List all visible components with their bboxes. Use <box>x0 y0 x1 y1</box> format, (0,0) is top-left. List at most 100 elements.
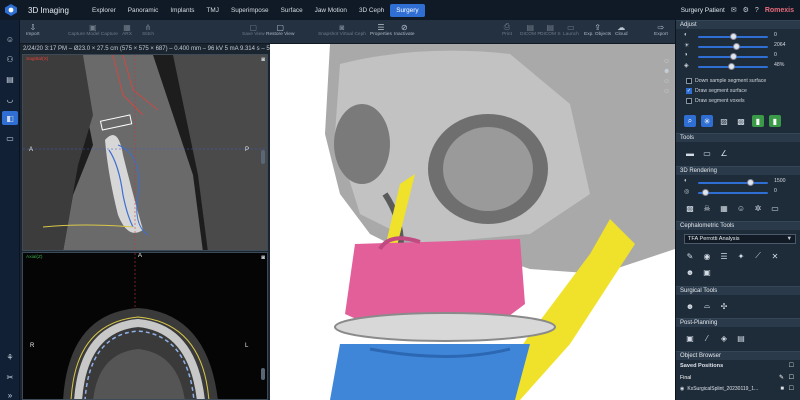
visibility-checkbox[interactable]: ☐ <box>789 373 794 383</box>
sharpness-slider[interactable]: ◈ 48% <box>684 62 794 70</box>
surgical-header[interactable]: Surgical Tools <box>676 286 800 295</box>
ceph-report-icon[interactable]: ▣ <box>701 266 713 278</box>
settings-icon[interactable]: ⚙ <box>743 6 749 14</box>
color-swatch-icon[interactable]: ■ <box>780 384 784 394</box>
slider-knob[interactable] <box>747 179 754 186</box>
info-icon[interactable]: ? <box>755 7 759 14</box>
pin-icon[interactable]: ✂ <box>2 370 18 384</box>
properties-button[interactable]: ☰ Properties <box>370 22 392 38</box>
tab-surface[interactable]: Surface <box>275 4 309 17</box>
zoom-icon[interactable]: ⌕ <box>684 115 696 127</box>
slider-knob[interactable] <box>733 43 740 50</box>
checkbox-checked[interactable]: ✓ <box>686 88 692 94</box>
camera-icon[interactable]: ◙ <box>261 255 265 261</box>
gamma-slider[interactable]: ◑ 0 <box>684 52 794 60</box>
rendering-threshold-slider[interactable]: ◐ 1500 <box>684 178 794 186</box>
layers-icon[interactable]: ▩ <box>735 115 747 127</box>
orient-side-icon[interactable]: ☻ <box>663 68 673 75</box>
eye-icon[interactable]: ◉ <box>680 386 684 392</box>
measure-icon[interactable]: ▬ <box>684 147 696 159</box>
face-icon[interactable]: ☺ <box>735 202 747 214</box>
users-icon[interactable]: ⚇ <box>2 52 18 66</box>
line-icon[interactable]: ⟋ <box>752 250 764 262</box>
sagittal-scrollbar[interactable] <box>261 150 265 164</box>
checkbox[interactable] <box>686 98 692 104</box>
orient-face-icon[interactable]: ☺ <box>663 58 673 65</box>
object-item-row[interactable]: ◉ KxSurgicalSplint_20230119_1... ■ ☐ <box>680 384 798 394</box>
expand-icon[interactable]: » <box>2 388 18 400</box>
print-button[interactable]: ⎙ Print <box>502 22 512 37</box>
export-button[interactable]: ⇨ Export <box>654 22 668 38</box>
arx-button[interactable]: ▦ ARX <box>122 22 132 38</box>
slider-knob[interactable] <box>729 53 737 60</box>
image-icon[interactable]: ▨ <box>718 115 730 127</box>
cube-icon[interactable]: ◈ <box>718 332 730 344</box>
skull-icon[interactable]: ☠ <box>701 202 713 214</box>
dicom-p-button[interactable]: ▤ DICOM P <box>520 22 541 38</box>
tab-3d-ceph[interactable]: 3D Ceph <box>353 4 390 17</box>
slider-knob[interactable] <box>701 189 709 196</box>
landmark-icon[interactable]: ✦ <box>735 250 747 262</box>
analysis-select[interactable]: TFA Perrotti Analysis ▼ <box>684 234 796 244</box>
3d-render-viewport[interactable]: ☺ ☻ ☺ ☺ <box>270 44 675 400</box>
tooth-icon[interactable]: ◡ <box>2 92 18 106</box>
app-logo[interactable] <box>0 0 22 20</box>
patient-name[interactable]: Surgery Patient <box>681 7 725 14</box>
target-icon[interactable]: ◉ <box>701 250 713 262</box>
slider-knob[interactable] <box>728 63 736 70</box>
snapshot-button[interactable]: ◙ Snapshot Virtual Ceph <box>318 22 366 38</box>
wrench-icon[interactable]: ✎ <box>779 373 784 383</box>
preset-icon[interactable]: ▩ <box>684 202 696 214</box>
tab-implants[interactable]: Implants <box>164 4 200 17</box>
exp-objects-button[interactable]: ⇪ Exp. Objects <box>584 22 611 38</box>
stitch-button[interactable]: ⋔ Stitch <box>142 22 154 38</box>
print-model-icon[interactable]: ▤ <box>735 332 747 344</box>
ceph-header[interactable]: Cephalometric Tools <box>676 221 800 230</box>
patients-icon[interactable]: ☺ <box>2 32 18 46</box>
wand-icon[interactable]: ⁄ <box>701 332 713 344</box>
delete-line-icon[interactable]: ✕ <box>769 250 781 262</box>
camera-icon[interactable]: ◙ <box>261 57 265 63</box>
cloud-button[interactable]: ☁ Cloud <box>615 22 628 38</box>
tools-header[interactable]: Tools <box>676 133 800 142</box>
card-icon[interactable]: ▤ <box>2 72 18 86</box>
tab-explorer[interactable]: Explorer <box>86 4 122 17</box>
axial-viewport[interactable]: Axial(Z) A R L ◙ <box>22 252 268 400</box>
axial-scrollbar[interactable] <box>261 368 265 380</box>
orient-back-icon[interactable]: ☺ <box>663 78 673 85</box>
dicom-s-button[interactable]: ▤ DICOM S <box>540 22 561 38</box>
scan-icon[interactable]: ▭ <box>2 131 18 145</box>
list-icon[interactable]: ☰ <box>718 250 730 262</box>
gear-icon[interactable]: ✲ <box>752 202 764 214</box>
head-profile-icon[interactable]: ☻ <box>684 266 696 278</box>
tree-icon[interactable]: ⚘ <box>2 350 18 364</box>
grid-icon[interactable]: ▦ <box>718 202 730 214</box>
pen-icon[interactable]: ✎ <box>684 250 696 262</box>
orient-top-icon[interactable]: ☺ <box>663 88 673 95</box>
saved-positions-row[interactable]: Saved Positions ☐ <box>680 361 798 371</box>
contrast-slider[interactable]: ◐ 0 <box>684 32 794 40</box>
brightness-slider[interactable]: ☀ 2064 <box>684 42 794 50</box>
draw-voxels-checkbox[interactable]: Draw segment voxels <box>686 98 745 104</box>
postplanning-header[interactable]: Post-Planning <box>676 318 800 327</box>
import-button[interactable]: ⇩ Import <box>26 22 40 38</box>
export-model-icon[interactable]: ▣ <box>684 332 696 344</box>
ruler-icon[interactable]: ▭ <box>701 147 713 159</box>
rendering-header[interactable]: 3D Rendering <box>676 166 800 175</box>
rendering-opacity-slider[interactable]: ◎ 0 <box>684 188 794 196</box>
cube-3d-icon[interactable]: ◧ <box>2 111 18 125</box>
save-view-button[interactable]: ▢ Save View <box>242 22 265 38</box>
green-tool-2-icon[interactable]: ▮ <box>769 115 781 127</box>
move-segment-icon[interactable]: ✣ <box>718 300 730 312</box>
capture-model-button[interactable]: ▣ Capture Model Capture <box>68 22 118 38</box>
tab-tmj[interactable]: TMJ <box>201 4 225 17</box>
inactivate-button[interactable]: ⊘ Inactivate <box>394 22 415 38</box>
downsample-checkbox[interactable]: Down sample segment surface <box>686 78 766 84</box>
visibility-checkbox[interactable]: ☐ <box>789 361 794 371</box>
slider-knob[interactable] <box>729 33 737 40</box>
box-icon[interactable]: ▭ <box>769 202 781 214</box>
help-icon[interactable]: ✉ <box>731 6 737 14</box>
splint-icon[interactable]: ⌓ <box>701 300 713 312</box>
tab-panoramic[interactable]: Panoramic <box>122 4 165 17</box>
tab-superimpose[interactable]: Superimpose <box>225 4 275 17</box>
